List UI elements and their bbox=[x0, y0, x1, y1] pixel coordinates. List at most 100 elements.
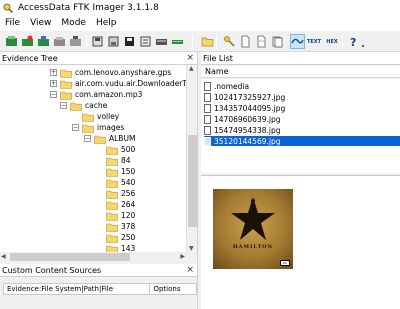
custom-content-table[interactable]: Evidence:File System|Path|File Options bbox=[3, 283, 197, 295]
column-header-options[interactable]: Options bbox=[150, 284, 196, 294]
tree-item[interactable]: − ALBUM bbox=[84, 133, 135, 144]
folder-icon bbox=[70, 102, 82, 111]
tree-item-label: 378 bbox=[121, 222, 136, 231]
tree-item-label: 150 bbox=[121, 167, 136, 176]
page-icon[interactable] bbox=[254, 34, 269, 49]
svg-text:?: ? bbox=[350, 36, 356, 48]
folder-icon bbox=[106, 190, 118, 199]
name-column-label: Name bbox=[205, 67, 229, 76]
tree-horizontal-scrollbar[interactable]: ◀ ▶ bbox=[0, 252, 186, 262]
file-row[interactable]: 14706960639.jpg bbox=[204, 114, 400, 124]
tree-item[interactable]: 120 bbox=[96, 210, 135, 221]
folder-icon bbox=[82, 113, 94, 122]
export-disk-image-icon[interactable] bbox=[106, 34, 121, 49]
close-icon[interactable]: × bbox=[186, 53, 194, 63]
collapse-icon[interactable]: − bbox=[50, 91, 57, 98]
folder-icon bbox=[106, 146, 118, 155]
tree-item[interactable]: 256 bbox=[96, 188, 135, 199]
verify-drive-icon[interactable] bbox=[170, 34, 185, 49]
file-name: 14706960639.jpg bbox=[214, 114, 281, 124]
auto-view-icon[interactable] bbox=[290, 34, 305, 49]
toolbar-separator bbox=[216, 35, 217, 49]
toolbar-overflow-icon[interactable] bbox=[360, 34, 368, 49]
collapse-icon[interactable]: − bbox=[84, 135, 91, 142]
collapse-icon[interactable]: − bbox=[60, 102, 67, 109]
add-evidence-icon[interactable] bbox=[4, 34, 19, 49]
tree-item[interactable]: 143 bbox=[96, 243, 135, 252]
menu-help[interactable]: Help bbox=[96, 18, 117, 28]
file-icon bbox=[204, 92, 211, 102]
file-row[interactable]: 35120144569.jpg bbox=[204, 136, 400, 146]
image-mount-icon[interactable] bbox=[36, 34, 51, 49]
scrollbar-thumb[interactable] bbox=[10, 253, 130, 261]
tree-item[interactable]: 500 bbox=[96, 144, 135, 155]
toolbar-separator bbox=[86, 35, 87, 49]
tree-item[interactable]: 250 bbox=[96, 232, 135, 243]
add-custom-content-icon[interactable] bbox=[138, 34, 153, 49]
tree-item[interactable]: + air.com.vudu.air.DownloaderTablet bbox=[50, 78, 197, 89]
folder-icon bbox=[60, 80, 72, 89]
scroll-up-icon[interactable]: ▲ bbox=[189, 65, 194, 72]
tree-item-label: 250 bbox=[121, 233, 136, 242]
scroll-right-icon[interactable]: ▶ bbox=[180, 253, 185, 260]
folder-icon bbox=[106, 212, 118, 221]
file-list-header: File List bbox=[201, 52, 400, 65]
menu-file[interactable]: File bbox=[5, 18, 20, 28]
tree-item-label: 143 bbox=[121, 244, 136, 252]
export-logical-image-icon[interactable] bbox=[122, 34, 137, 49]
tree-item[interactable]: 150 bbox=[96, 166, 135, 177]
name-column-header[interactable]: Name bbox=[201, 66, 400, 78]
folder-icon bbox=[82, 124, 94, 133]
folder-icon bbox=[106, 201, 118, 210]
file-row[interactable]: 102417325927.jpg bbox=[204, 92, 400, 102]
column-header-path[interactable]: Evidence:File System|Path|File bbox=[4, 284, 151, 294]
new-document-icon[interactable] bbox=[238, 34, 253, 49]
menu-mode[interactable]: Mode bbox=[61, 18, 86, 28]
file-name: 134357044095.jpg bbox=[214, 103, 286, 113]
folder-icon bbox=[106, 168, 118, 177]
pages-icon[interactable] bbox=[270, 34, 285, 49]
scroll-down-icon[interactable]: ▼ bbox=[189, 245, 194, 252]
tree-item[interactable]: 264 bbox=[96, 199, 135, 210]
custom-content-title: Custom Content Sources bbox=[2, 265, 102, 275]
text-view-icon[interactable]: TEXT bbox=[306, 34, 322, 49]
tree-item[interactable]: volley bbox=[72, 111, 119, 122]
tree-item-label: 540 bbox=[121, 178, 136, 187]
tree-item[interactable]: 378 bbox=[96, 221, 135, 232]
tree-item[interactable]: 540 bbox=[96, 177, 135, 188]
hex-view-icon[interactable]: HEX bbox=[324, 34, 340, 49]
file-row[interactable]: .nomedia bbox=[204, 81, 400, 91]
tree-vertical-scrollbar[interactable]: ▲ ▼ bbox=[186, 65, 197, 252]
expand-icon[interactable]: + bbox=[50, 69, 57, 76]
poster-title: HAMILTON bbox=[232, 244, 274, 250]
file-icon bbox=[204, 125, 211, 135]
key-icon[interactable] bbox=[222, 34, 237, 49]
create-image-icon[interactable] bbox=[154, 34, 169, 49]
close-icon[interactable]: × bbox=[186, 265, 194, 275]
title-bar: AccessData FTK Imager 3.1.1.8 bbox=[0, 0, 400, 16]
file-icon bbox=[204, 81, 211, 91]
preview-pane: HAMILTON PA bbox=[201, 175, 400, 309]
folder-view-icon[interactable] bbox=[200, 34, 215, 49]
add-all-evidence-icon[interactable] bbox=[20, 34, 35, 49]
collapse-icon[interactable]: − bbox=[72, 124, 79, 131]
tree-item-label: air.com.vudu.air.DownloaderTablet bbox=[75, 79, 197, 88]
tree-item[interactable]: + com.lenovo.anyshare.gps bbox=[50, 67, 171, 78]
tree-item[interactable]: − cache bbox=[60, 100, 107, 111]
menu-view[interactable]: View bbox=[30, 18, 51, 28]
tree-item-label: cache bbox=[85, 101, 108, 110]
expand-icon[interactable]: + bbox=[50, 80, 57, 87]
create-disk-image-icon[interactable] bbox=[90, 34, 105, 49]
file-row[interactable]: 15474954338.jpg bbox=[204, 125, 400, 135]
tree-item[interactable]: 84 bbox=[96, 155, 131, 166]
tree-item[interactable]: − images bbox=[72, 122, 124, 133]
scroll-left-icon[interactable]: ◀ bbox=[1, 253, 6, 260]
remove-evidence-icon[interactable] bbox=[52, 34, 67, 49]
evidence-tree[interactable]: + com.lenovo.anyshare.gps + air.com.vudu.ai… bbox=[0, 65, 197, 252]
remove-all-evidence-icon[interactable] bbox=[68, 34, 83, 49]
scrollbar-thumb[interactable] bbox=[188, 135, 197, 227]
tree-item[interactable]: − com.amazon.mp3 bbox=[50, 89, 142, 100]
help-icon[interactable]: ? bbox=[346, 34, 361, 49]
toolbar-separator bbox=[342, 35, 343, 49]
file-row[interactable]: 134357044095.jpg bbox=[204, 103, 400, 113]
